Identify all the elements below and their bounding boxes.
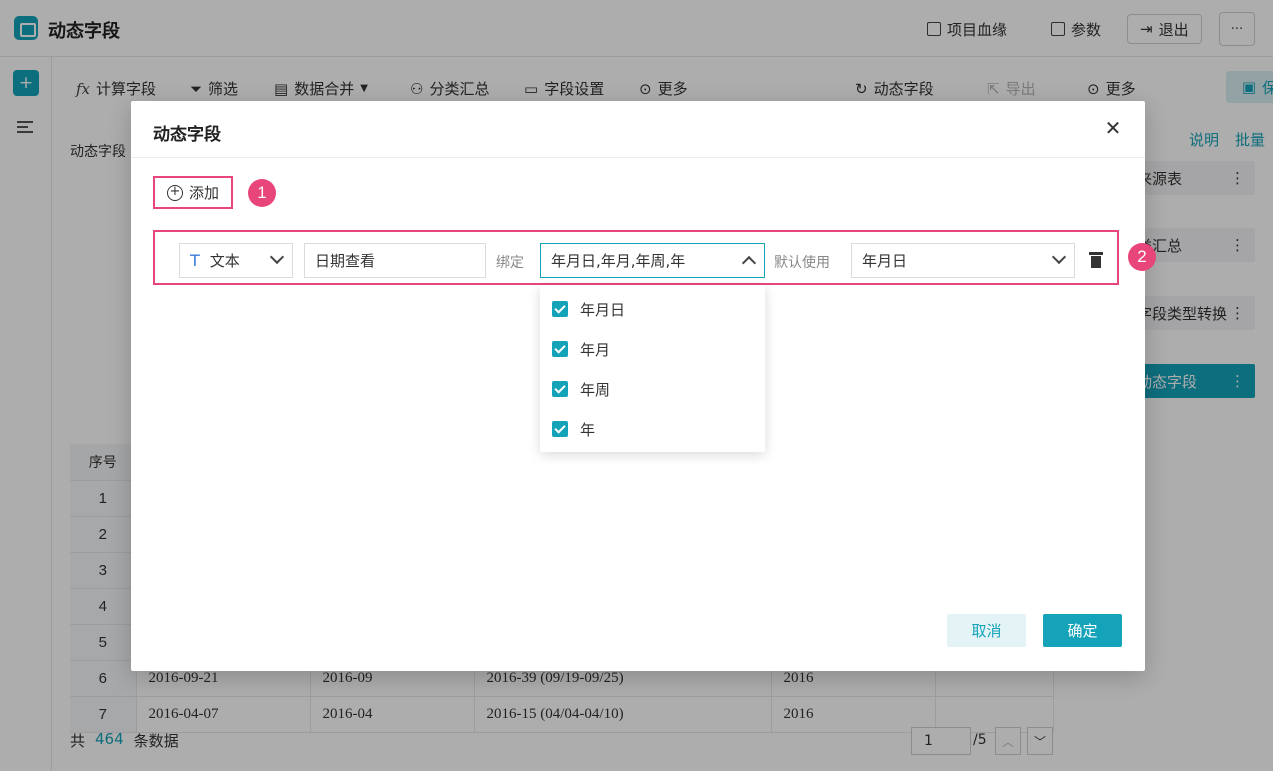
text-type-icon: T bbox=[190, 251, 200, 270]
option-label: 年周 bbox=[580, 380, 611, 399]
dropdown-option[interactable]: 年月 bbox=[540, 329, 765, 369]
chevron-up-icon bbox=[741, 255, 757, 271]
bind-label: 绑定 bbox=[496, 255, 524, 271]
dialog-header: 动态字段 ✕ bbox=[131, 101, 1145, 158]
dynamic-field-dialog: 动态字段 ✕ + 添加 1 T 文本 日期查看 绑定 年月日,年月,年周,年 默… bbox=[131, 101, 1156, 671]
default-select[interactable]: 年月日 bbox=[851, 243, 1075, 278]
step-badge-1: 1 bbox=[248, 179, 276, 207]
confirm-button[interactable]: 确定 bbox=[1043, 614, 1122, 647]
bind-select[interactable]: 年月日,年月,年周,年 bbox=[540, 243, 765, 278]
field-row: T 文本 日期查看 绑定 年月日,年月,年周,年 默认使用 年月日 bbox=[153, 230, 1119, 285]
bind-dropdown: 年月日 年月 年周 年 bbox=[540, 285, 765, 452]
field-name-input[interactable]: 日期查看 bbox=[304, 243, 486, 278]
chevron-down-icon bbox=[1051, 249, 1067, 265]
trash-icon[interactable] bbox=[1089, 252, 1103, 268]
default-value: 年月日 bbox=[862, 252, 908, 270]
checkbox-checked-icon[interactable] bbox=[552, 341, 568, 357]
dropdown-option[interactable]: 年 bbox=[540, 409, 765, 449]
checkbox-checked-icon[interactable] bbox=[552, 301, 568, 317]
option-label: 年月 bbox=[580, 340, 611, 359]
option-label: 年月日 bbox=[580, 300, 626, 319]
step-badge-2: 2 bbox=[1128, 243, 1156, 271]
type-select[interactable]: T 文本 bbox=[179, 243, 293, 278]
type-value: 文本 bbox=[209, 252, 240, 270]
dropdown-option[interactable]: 年周 bbox=[540, 369, 765, 409]
dropdown-option[interactable]: 年月日 bbox=[540, 289, 765, 329]
plus-circle-icon: + bbox=[166, 184, 183, 201]
close-icon[interactable]: ✕ bbox=[1103, 118, 1123, 138]
trash-lid bbox=[1089, 252, 1103, 255]
default-label: 默认使用 bbox=[774, 255, 830, 271]
add-button[interactable]: + 添加 bbox=[153, 176, 233, 209]
chevron-down-icon bbox=[269, 249, 285, 265]
bind-value: 年月日,年月,年周,年 bbox=[551, 252, 686, 270]
checkbox-checked-icon[interactable] bbox=[552, 421, 568, 437]
cancel-button[interactable]: 取消 bbox=[947, 614, 1026, 647]
option-label: 年 bbox=[580, 420, 596, 439]
add-label: 添加 bbox=[188, 184, 219, 202]
checkbox-checked-icon[interactable] bbox=[552, 381, 568, 397]
trash-body bbox=[1091, 256, 1101, 268]
dialog-title: 动态字段 bbox=[153, 125, 221, 145]
